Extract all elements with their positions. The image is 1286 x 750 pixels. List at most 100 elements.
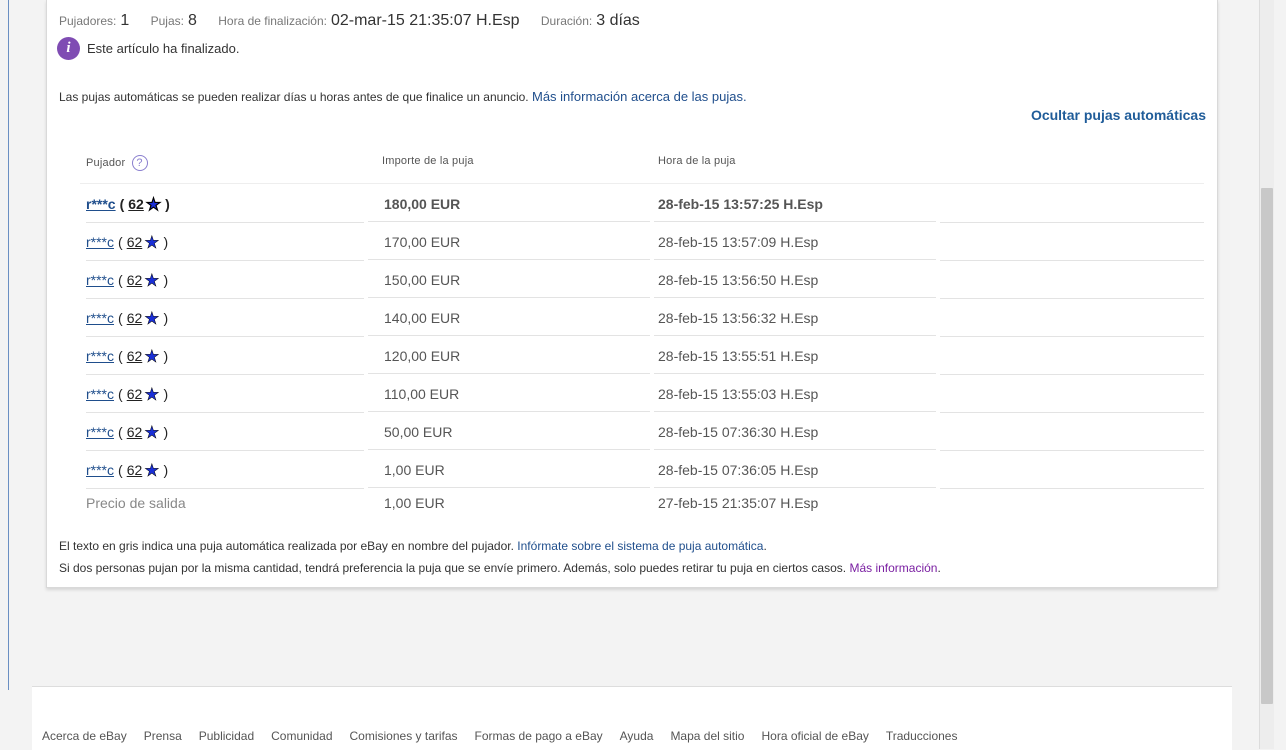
starting-price-amount: 1,00 EUR	[384, 495, 445, 511]
table-row: r***c(62 ★) 120,00 EUR 28-feb-15 13:55:51…	[47, 338, 1217, 376]
bidder-cell: r***c(62 ★)	[86, 376, 364, 413]
table-row: r***c(62 ★) 150,00 EUR 28-feb-15 13:56:50…	[47, 262, 1217, 300]
bidders-label: Pujadores:	[59, 14, 117, 28]
row-filler	[940, 186, 1204, 223]
feedback-score-link[interactable]: 62	[127, 272, 143, 288]
bid-info-link[interactable]: Más información acerca de las pujas.	[532, 89, 747, 104]
bid-time: 28-feb-15 13:55:51 H.Esp	[654, 338, 936, 374]
column-header-amount: Importe de la puja	[382, 155, 474, 167]
tie-bid-note: Si dos personas pujan por la misma canti…	[59, 561, 941, 575]
duration-label: Duración:	[540, 14, 593, 28]
hide-auto-bids-link[interactable]: Ocultar pujas automáticas	[1031, 107, 1206, 123]
bidder-cell: r***c(62 ★)	[86, 186, 364, 223]
feedback-score-link[interactable]: 62	[128, 196, 144, 212]
bid-time: 28-feb-15 13:57:25 H.Esp	[654, 186, 936, 222]
page-left-border	[8, 0, 9, 690]
bid-amount: 180,00 EUR	[368, 186, 650, 222]
bidder-cell: r***c(62 ★)	[86, 262, 364, 299]
bidder-link[interactable]: r***c	[86, 234, 114, 250]
row-filler	[940, 224, 1204, 261]
info-icon: i	[57, 37, 80, 60]
bid-time: 28-feb-15 13:55:03 H.Esp	[654, 376, 936, 412]
feedback-score-link[interactable]: 62	[127, 462, 143, 478]
footer-link-fees[interactable]: Comisiones y tarifas	[350, 729, 458, 743]
bidder-header-label: Pujador	[86, 156, 126, 169]
star-icon: ★	[144, 271, 160, 291]
table-row: r***c(62 ★) 170,00 EUR 28-feb-15 13:57:09…	[47, 224, 1217, 262]
ended-text: Este artículo ha finalizado.	[87, 41, 240, 56]
vertical-scrollbar[interactable]	[1259, 0, 1274, 749]
help-icon[interactable]: ?	[131, 155, 148, 171]
tie-bid-note-text: Si dos personas pujan por la misma canti…	[59, 561, 847, 575]
more-info-link[interactable]: Más información	[849, 561, 937, 575]
bidder-cell: r***c(62 ★)	[86, 452, 364, 489]
auto-bid-text: Las pujas automáticas se pueden realizar…	[59, 90, 529, 104]
row-filler	[940, 414, 1204, 451]
footer-links: Acerca de eBay Prensa Publicidad Comunidad C…	[42, 729, 974, 743]
footer-link-payment[interactable]: Formas de pago a eBay	[475, 729, 603, 743]
bidder-link[interactable]: r***c	[86, 272, 114, 288]
row-filler	[940, 262, 1204, 299]
table-row: r***c(62 ★) 110,00 EUR 28-feb-15 13:55:03…	[47, 376, 1217, 414]
header-divider	[80, 183, 1204, 184]
star-icon: ★	[144, 423, 160, 443]
feedback-score-link[interactable]: 62	[127, 424, 143, 440]
star-icon: ★	[144, 347, 160, 367]
bid-time: 28-feb-15 07:36:30 H.Esp	[654, 414, 936, 450]
footer-link-help[interactable]: Ayuda	[620, 729, 654, 743]
footer-link-advertising[interactable]: Publicidad	[199, 729, 254, 743]
starting-price-time: 27-feb-15 21:35:07 H.Esp	[658, 495, 819, 511]
feedback-score-link[interactable]: 62	[127, 310, 143, 326]
row-filler	[940, 376, 1204, 413]
footer-link-sitemap[interactable]: Mapa del sitio	[670, 729, 744, 743]
bid-amount: 50,00 EUR	[368, 414, 650, 450]
bid-time: 28-feb-15 13:56:32 H.Esp	[654, 300, 936, 336]
bid-amount: 150,00 EUR	[368, 262, 650, 298]
starting-price-row: Precio de salida 1,00 EUR 27-feb-15 21:3…	[47, 485, 1217, 523]
star-icon: ★	[144, 385, 160, 405]
footer-link-press[interactable]: Prensa	[144, 729, 182, 743]
bid-amount: 1,00 EUR	[368, 452, 650, 488]
table-row: r***c(62 ★) 140,00 EUR 28-feb-15 13:56:32…	[47, 300, 1217, 338]
feedback-score-link[interactable]: 62	[127, 348, 143, 364]
bidder-link[interactable]: r***c	[86, 310, 114, 326]
bid-amount: 120,00 EUR	[368, 338, 650, 374]
bid-amount: 170,00 EUR	[368, 224, 650, 260]
bid-time: 28-feb-15 13:56:50 H.Esp	[654, 262, 936, 298]
star-icon: ★	[144, 233, 160, 253]
footer-link-community[interactable]: Comunidad	[271, 729, 332, 743]
feedback-score-link[interactable]: 62	[127, 234, 143, 250]
ended-notice: i Este artículo ha finalizado.	[57, 37, 239, 60]
bidder-cell: r***c(62 ★)	[86, 338, 364, 375]
bid-time: 28-feb-15 07:36:05 H.Esp	[654, 452, 936, 488]
footer-link-about[interactable]: Acerca de eBay	[42, 729, 127, 743]
bidder-link[interactable]: r***c	[86, 424, 114, 440]
proxy-bid-note-text: El texto en gris indica una puja automát…	[59, 539, 514, 553]
site-footer: Acerca de eBay Prensa Publicidad Comunidad C…	[32, 686, 1232, 750]
bidder-link[interactable]: r***c	[86, 196, 116, 212]
bidder-link[interactable]: r***c	[86, 348, 114, 364]
column-header-bidder: Pujador ?	[86, 155, 148, 171]
bid-amount: 110,00 EUR	[368, 376, 650, 412]
bids-label: Pujas:	[150, 14, 184, 28]
bidder-link[interactable]: r***c	[86, 462, 114, 478]
star-icon: ★	[145, 195, 162, 215]
end-time-value: 02-mar-15 21:35:07 H.Esp	[330, 12, 520, 29]
bidder-cell: r***c(62 ★)	[86, 300, 364, 337]
row-filler	[940, 300, 1204, 337]
bid-time: 28-feb-15 13:57:09 H.Esp	[654, 224, 936, 260]
auto-bid-info: Las pujas automáticas se pueden realizar…	[59, 89, 747, 104]
footer-link-translations[interactable]: Traducciones	[886, 729, 958, 743]
auction-summary: Pujadores: 1 Pujas: 8 Hora de finalización…	[59, 12, 640, 30]
proxy-bid-info-link[interactable]: Infórmate sobre el sistema de puja autom…	[517, 539, 763, 553]
star-icon: ★	[144, 461, 160, 481]
bidder-cell: r***c(62 ★)	[86, 414, 364, 451]
footer-link-official-time[interactable]: Hora oficial de eBay	[761, 729, 868, 743]
bid-amount: 140,00 EUR	[368, 300, 650, 336]
end-time-label: Hora de finalización:	[218, 14, 327, 28]
duration-value: 3 días	[596, 12, 640, 29]
feedback-score-link[interactable]: 62	[127, 386, 143, 402]
bidder-link[interactable]: r***c	[86, 386, 114, 402]
scrollbar-thumb[interactable]	[1261, 188, 1273, 704]
row-filler	[940, 452, 1204, 489]
